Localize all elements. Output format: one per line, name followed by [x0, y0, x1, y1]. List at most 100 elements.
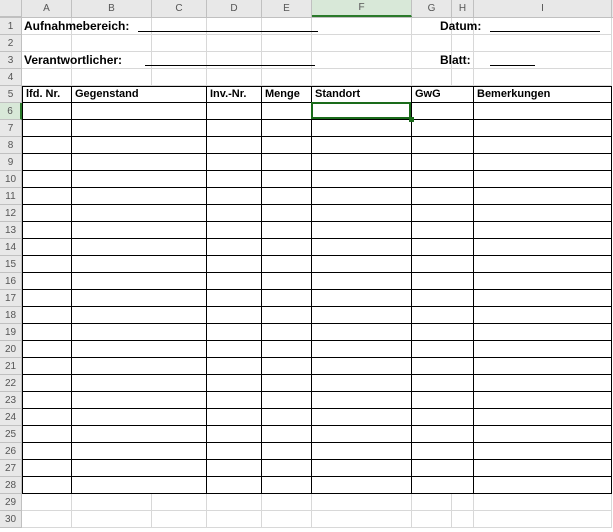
cell-I24[interactable]: [474, 409, 612, 426]
cell-F12[interactable]: [312, 205, 412, 222]
cell-H8[interactable]: [452, 137, 474, 154]
cell-I8[interactable]: [474, 137, 612, 154]
cell-C10[interactable]: [152, 171, 207, 188]
cell-H16[interactable]: [452, 273, 474, 290]
cell-I10[interactable]: [474, 171, 612, 188]
cell-I22[interactable]: [474, 375, 612, 392]
cell-F28[interactable]: [312, 477, 412, 494]
cell-G30[interactable]: [412, 511, 452, 528]
cell-E7[interactable]: [262, 120, 312, 137]
cell-B4[interactable]: [72, 69, 152, 86]
cell-A22[interactable]: [22, 375, 72, 392]
cell-B16[interactable]: [72, 273, 152, 290]
cell-E5[interactable]: Menge: [262, 86, 312, 103]
cell-A17[interactable]: [22, 290, 72, 307]
cell-G24[interactable]: [412, 409, 452, 426]
col-header-F[interactable]: F: [312, 0, 412, 17]
cell-G25[interactable]: [412, 426, 452, 443]
col-header-C[interactable]: C: [152, 0, 207, 17]
row-header-6[interactable]: 6: [0, 103, 22, 120]
cell-H25[interactable]: [452, 426, 474, 443]
cell-A15[interactable]: [22, 256, 72, 273]
cell-E20[interactable]: [262, 341, 312, 358]
cell-C9[interactable]: [152, 154, 207, 171]
row-header-15[interactable]: 15: [0, 256, 22, 273]
cell-B8[interactable]: [72, 137, 152, 154]
cell-I12[interactable]: [474, 205, 612, 222]
cell-I2[interactable]: [474, 35, 612, 52]
cell-A21[interactable]: [22, 358, 72, 375]
cell-H28[interactable]: [452, 477, 474, 494]
select-all-corner[interactable]: [0, 0, 22, 17]
cell-E13[interactable]: [262, 222, 312, 239]
cell-B12[interactable]: [72, 205, 152, 222]
cell-D17[interactable]: [207, 290, 262, 307]
cell-B19[interactable]: [72, 324, 152, 341]
cell-A29[interactable]: [22, 494, 72, 511]
cell-F27[interactable]: [312, 460, 412, 477]
cell-H18[interactable]: [452, 307, 474, 324]
row-header-2[interactable]: 2: [0, 35, 22, 52]
cell-F23[interactable]: [312, 392, 412, 409]
cell-I7[interactable]: [474, 120, 612, 137]
cell-B18[interactable]: [72, 307, 152, 324]
cell-D25[interactable]: [207, 426, 262, 443]
cell-D20[interactable]: [207, 341, 262, 358]
cell-B30[interactable]: [72, 511, 152, 528]
cell-A18[interactable]: [22, 307, 72, 324]
cell-C25[interactable]: [152, 426, 207, 443]
cell-F26[interactable]: [312, 443, 412, 460]
cell-F29[interactable]: [312, 494, 412, 511]
cell-G29[interactable]: [412, 494, 452, 511]
cell-D12[interactable]: [207, 205, 262, 222]
row-header-9[interactable]: 9: [0, 154, 22, 171]
cell-E25[interactable]: [262, 426, 312, 443]
cell-H21[interactable]: [452, 358, 474, 375]
cell-C30[interactable]: [152, 511, 207, 528]
cell-I28[interactable]: [474, 477, 612, 494]
cell-A28[interactable]: [22, 477, 72, 494]
cell-H17[interactable]: [452, 290, 474, 307]
cell-I21[interactable]: [474, 358, 612, 375]
cell-D11[interactable]: [207, 188, 262, 205]
cell-D28[interactable]: [207, 477, 262, 494]
col-header-G[interactable]: G: [412, 0, 452, 17]
row-header-28[interactable]: 28: [0, 477, 22, 494]
cell-F25[interactable]: [312, 426, 412, 443]
cell-A8[interactable]: [22, 137, 72, 154]
cell-D18[interactable]: [207, 307, 262, 324]
cell-F3[interactable]: [312, 52, 412, 69]
cell-C28[interactable]: [152, 477, 207, 494]
cell-A7[interactable]: [22, 120, 72, 137]
cell-E1[interactable]: [262, 18, 312, 35]
cell-H10[interactable]: [452, 171, 474, 188]
cell-G11[interactable]: [412, 188, 452, 205]
cell-I15[interactable]: [474, 256, 612, 273]
row-header-18[interactable]: 18: [0, 307, 22, 324]
cell-C8[interactable]: [152, 137, 207, 154]
row-header-25[interactable]: 25: [0, 426, 22, 443]
cell-G8[interactable]: [412, 137, 452, 154]
cell-A13[interactable]: [22, 222, 72, 239]
row-header-11[interactable]: 11: [0, 188, 22, 205]
cell-B22[interactable]: [72, 375, 152, 392]
cell-C27[interactable]: [152, 460, 207, 477]
cell-A30[interactable]: [22, 511, 72, 528]
cell-F20[interactable]: [312, 341, 412, 358]
cell-E30[interactable]: [262, 511, 312, 528]
cell-B11[interactable]: [72, 188, 152, 205]
cell-B25[interactable]: [72, 426, 152, 443]
row-header-7[interactable]: 7: [0, 120, 22, 137]
cell-I30[interactable]: [474, 511, 612, 528]
cell-E8[interactable]: [262, 137, 312, 154]
cell-I16[interactable]: [474, 273, 612, 290]
cell-I4[interactable]: [474, 69, 612, 86]
cell-E12[interactable]: [262, 205, 312, 222]
cell-A16[interactable]: [22, 273, 72, 290]
cell-F16[interactable]: [312, 273, 412, 290]
cell-F17[interactable]: [312, 290, 412, 307]
cell-H5[interactable]: [452, 86, 474, 103]
cell-A6[interactable]: [22, 103, 72, 120]
col-header-I[interactable]: I: [474, 0, 612, 17]
cell-B14[interactable]: [72, 239, 152, 256]
